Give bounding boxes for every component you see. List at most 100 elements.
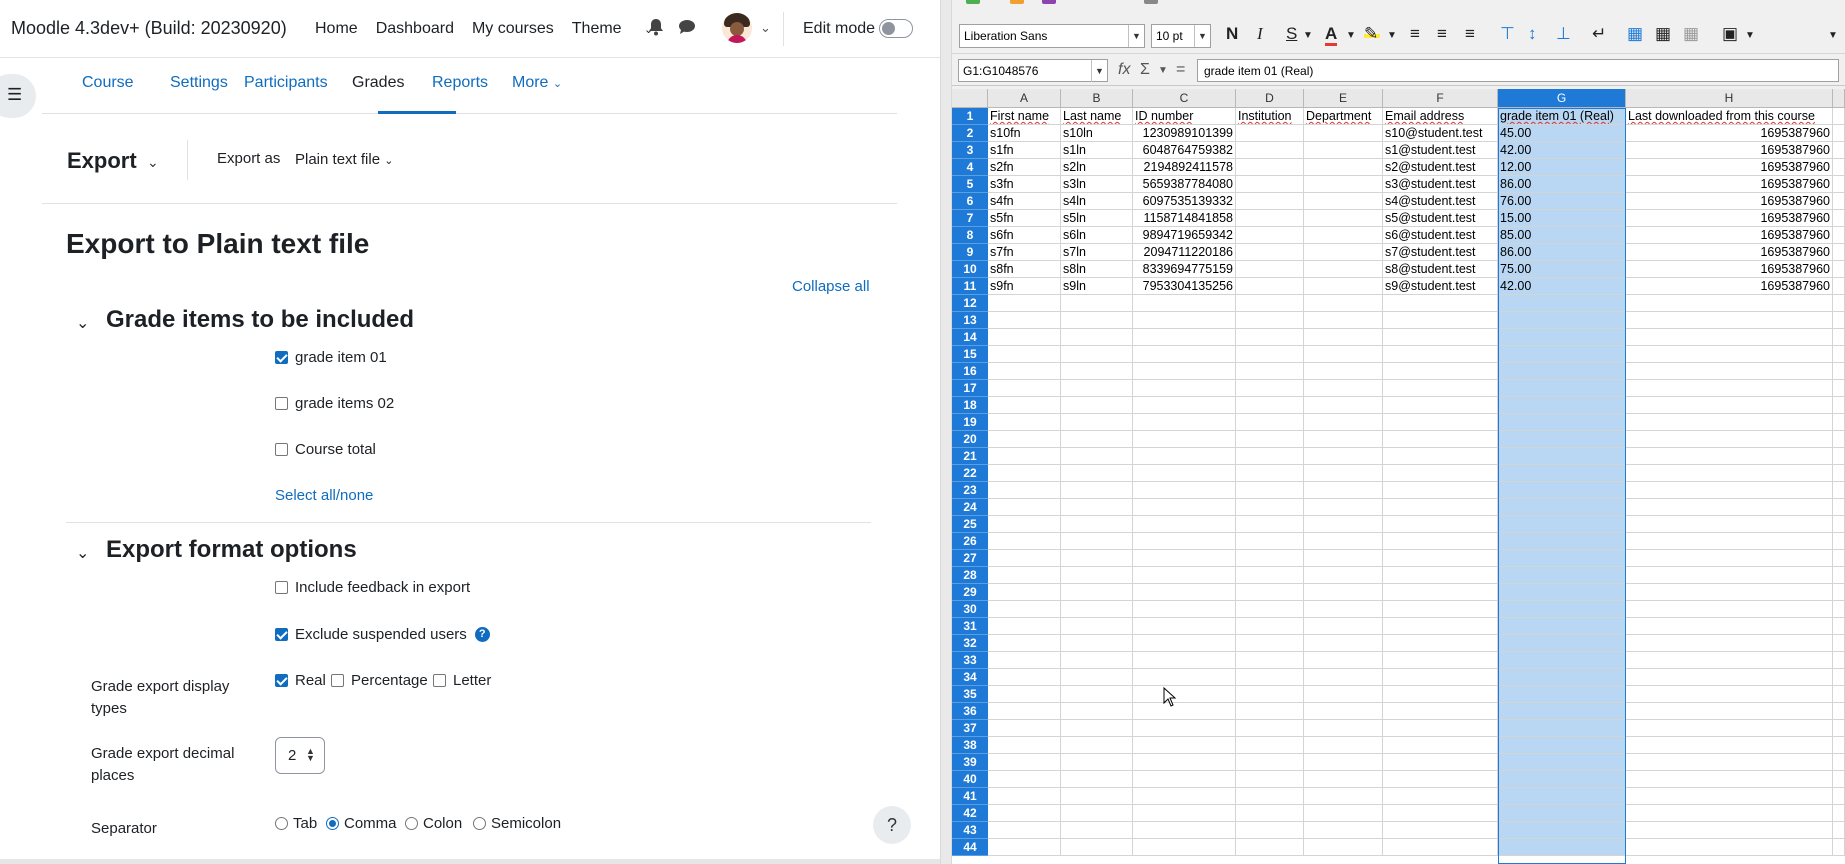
- cell-d11[interactable]: [1236, 278, 1304, 295]
- cell-i27[interactable]: [1833, 550, 1845, 567]
- cell-c7[interactable]: 1158714841858: [1133, 210, 1236, 227]
- cell-f41[interactable]: [1383, 788, 1498, 805]
- cell-i14[interactable]: [1833, 329, 1845, 346]
- select-all-corner[interactable]: [952, 89, 988, 108]
- merge-cells-icon[interactable]: ▦: [1627, 24, 1643, 44]
- cell-b6[interactable]: s4ln: [1061, 193, 1133, 210]
- cell-g29[interactable]: [1498, 584, 1626, 601]
- cell-i23[interactable]: [1833, 482, 1845, 499]
- cell-e19[interactable]: [1304, 414, 1383, 431]
- row-header[interactable]: 41: [952, 788, 988, 805]
- cell-d35[interactable]: [1236, 686, 1304, 703]
- cell-b21[interactable]: [1061, 448, 1133, 465]
- new-document-icon[interactable]: [966, 0, 980, 4]
- cell-c4[interactable]: 2194892411578: [1133, 159, 1236, 176]
- cell-e42[interactable]: [1304, 805, 1383, 822]
- column-header-i[interactable]: [1833, 89, 1845, 108]
- row-header[interactable]: 9: [952, 244, 988, 261]
- cell-d41[interactable]: [1236, 788, 1304, 805]
- row-header[interactable]: 7: [952, 210, 988, 227]
- cell-c14[interactable]: [1133, 329, 1236, 346]
- cell-d33[interactable]: [1236, 652, 1304, 669]
- cell-c16[interactable]: [1133, 363, 1236, 380]
- cell-g12[interactable]: [1498, 295, 1626, 312]
- cell-g38[interactable]: [1498, 737, 1626, 754]
- cell-i1[interactable]: [1833, 108, 1845, 125]
- cell-a8[interactable]: s6fn: [988, 227, 1061, 244]
- row-header[interactable]: 42: [952, 805, 988, 822]
- cell-e22[interactable]: [1304, 465, 1383, 482]
- cell-d7[interactable]: [1236, 210, 1304, 227]
- radio-icon[interactable]: [473, 817, 486, 830]
- cell-i11[interactable]: [1833, 278, 1845, 295]
- cell-d25[interactable]: [1236, 516, 1304, 533]
- radio-icon[interactable]: [405, 817, 418, 830]
- cell-h3[interactable]: 1695387960: [1626, 142, 1833, 159]
- row-header[interactable]: 40: [952, 771, 988, 788]
- course-index-button[interactable]: ☰: [0, 74, 36, 118]
- cell-g27[interactable]: [1498, 550, 1626, 567]
- underline-button[interactable]: S: [1286, 24, 1297, 44]
- row-header[interactable]: 16: [952, 363, 988, 380]
- cell-g31[interactable]: [1498, 618, 1626, 635]
- cell-d44[interactable]: [1236, 839, 1304, 856]
- cell-g33[interactable]: [1498, 652, 1626, 669]
- cell-g4[interactable]: 12.00: [1498, 159, 1626, 176]
- cell-e23[interactable]: [1304, 482, 1383, 499]
- row-header[interactable]: 27: [952, 550, 988, 567]
- cell-e32[interactable]: [1304, 635, 1383, 652]
- row-header[interactable]: 10: [952, 261, 988, 278]
- cell-g21[interactable]: [1498, 448, 1626, 465]
- row-header[interactable]: 24: [952, 499, 988, 516]
- tab-course[interactable]: Course: [82, 74, 134, 92]
- cell-c21[interactable]: [1133, 448, 1236, 465]
- align-center-icon[interactable]: ≡: [1437, 24, 1447, 44]
- chevron-down-icon[interactable]: ⌄: [76, 543, 89, 563]
- cell-c11[interactable]: 7953304135256: [1133, 278, 1236, 295]
- cell-i29[interactable]: [1833, 584, 1845, 601]
- cell-h6[interactable]: 1695387960: [1626, 193, 1833, 210]
- cell-e15[interactable]: [1304, 346, 1383, 363]
- cell-e11[interactable]: [1304, 278, 1383, 295]
- collapse-all-link[interactable]: Collapse all: [792, 278, 870, 295]
- tab-settings[interactable]: Settings: [170, 74, 228, 92]
- cell-g9[interactable]: 86.00: [1498, 244, 1626, 261]
- cell-e18[interactable]: [1304, 397, 1383, 414]
- cell-f2[interactable]: s10@student.test: [1383, 125, 1498, 142]
- cell-d38[interactable]: [1236, 737, 1304, 754]
- cell-h26[interactable]: [1626, 533, 1833, 550]
- help-button[interactable]: ?: [873, 806, 911, 844]
- cell-e28[interactable]: [1304, 567, 1383, 584]
- cell-h29[interactable]: [1626, 584, 1833, 601]
- cell-f36[interactable]: [1383, 703, 1498, 720]
- cell-a21[interactable]: [988, 448, 1061, 465]
- row-header[interactable]: 36: [952, 703, 988, 720]
- cell-b17[interactable]: [1061, 380, 1133, 397]
- cell-e36[interactable]: [1304, 703, 1383, 720]
- radio-comma[interactable]: Comma: [326, 815, 397, 832]
- cell-g7[interactable]: 15.00: [1498, 210, 1626, 227]
- cell-e14[interactable]: [1304, 329, 1383, 346]
- cell-a22[interactable]: [988, 465, 1061, 482]
- cell-a15[interactable]: [988, 346, 1061, 363]
- cell-g10[interactable]: 75.00: [1498, 261, 1626, 278]
- cell-a39[interactable]: [988, 754, 1061, 771]
- cell-h22[interactable]: [1626, 465, 1833, 482]
- cell-b25[interactable]: [1061, 516, 1133, 533]
- formula-input[interactable]: grade item 01 (Real): [1197, 59, 1839, 82]
- cell-c32[interactable]: [1133, 635, 1236, 652]
- cell-g40[interactable]: [1498, 771, 1626, 788]
- cell-g37[interactable]: [1498, 720, 1626, 737]
- cell-c28[interactable]: [1133, 567, 1236, 584]
- cell-i18[interactable]: [1833, 397, 1845, 414]
- cell-i2[interactable]: [1833, 125, 1845, 142]
- column-header-f[interactable]: F: [1383, 89, 1498, 108]
- cell-e13[interactable]: [1304, 312, 1383, 329]
- chevron-down-icon[interactable]: ▼: [1128, 25, 1144, 47]
- cell-i33[interactable]: [1833, 652, 1845, 669]
- cell-c33[interactable]: [1133, 652, 1236, 669]
- cell-d6[interactable]: [1236, 193, 1304, 210]
- cell-d24[interactable]: [1236, 499, 1304, 516]
- cell-d30[interactable]: [1236, 601, 1304, 618]
- cell-e43[interactable]: [1304, 822, 1383, 839]
